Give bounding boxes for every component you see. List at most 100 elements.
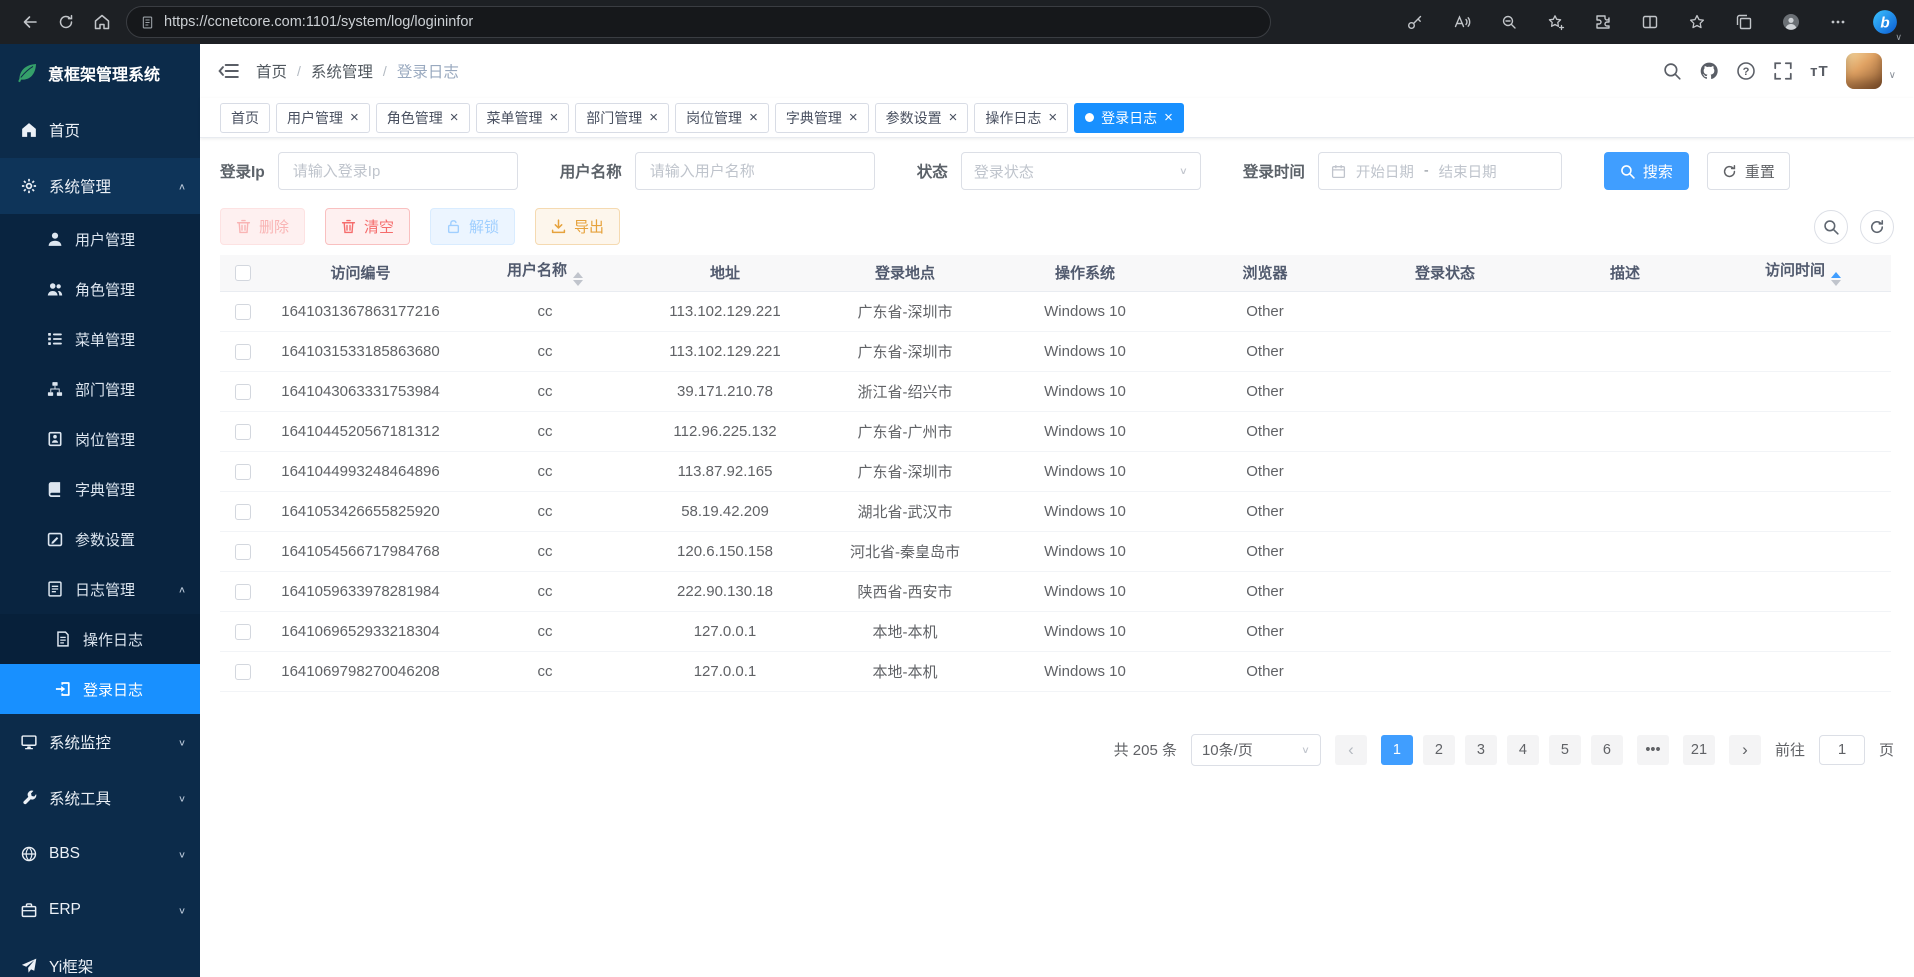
row-checkbox[interactable]	[235, 664, 251, 680]
refresh-table-button[interactable]	[1860, 210, 1894, 244]
row-checkbox[interactable]	[235, 384, 251, 400]
row-checkbox[interactable]	[235, 624, 251, 640]
avatar[interactable]	[1846, 53, 1882, 89]
tab-close-icon[interactable]: ×	[550, 110, 559, 125]
breadcrumb-item-1[interactable]: 系统管理	[311, 60, 373, 82]
read-aloud-icon[interactable]	[1449, 9, 1475, 35]
row-checkbox[interactable]	[235, 344, 251, 360]
row-checkbox[interactable]	[235, 304, 251, 320]
row-checkbox[interactable]	[235, 584, 251, 600]
sidebar-item-0[interactable]: 首页	[0, 102, 200, 158]
sidebar-item-1[interactable]: 系统管理∧	[0, 158, 200, 214]
sort-carets-icon[interactable]	[1831, 272, 1841, 286]
tab-close-icon[interactable]: ×	[350, 110, 359, 125]
tab-item-1[interactable]: 用户管理×	[276, 103, 370, 133]
sidebar-item-6[interactable]: 岗位管理	[0, 414, 200, 464]
clear-button[interactable]: 清空	[325, 208, 410, 245]
tab-item-4[interactable]: 部门管理×	[575, 103, 669, 133]
sidebar-item-8[interactable]: 参数设置	[0, 514, 200, 564]
tab-close-icon[interactable]: ×	[649, 110, 658, 125]
sidebar-item-2[interactable]: 用户管理	[0, 214, 200, 264]
sidebar-item-15[interactable]: ERP∨	[0, 882, 200, 938]
more-pages-button[interactable]: •••	[1637, 735, 1669, 765]
page-size-select[interactable]: 10条/页 ∨	[1191, 734, 1321, 766]
browser-url-bar[interactable]: https://ccnetcore.com:1101/system/log/lo…	[126, 6, 1271, 38]
tab-close-icon[interactable]: ×	[749, 110, 758, 125]
row-checkbox[interactable]	[235, 424, 251, 440]
sidebar-item-3[interactable]: 角色管理	[0, 264, 200, 314]
tab-item-0[interactable]: 首页	[220, 103, 270, 133]
row-checkbox[interactable]	[235, 464, 251, 480]
tab-close-icon[interactable]: ×	[949, 110, 958, 125]
goto-page-input[interactable]	[1819, 735, 1865, 765]
page-button-2[interactable]: 2	[1423, 735, 1455, 765]
sidebar-item-14[interactable]: BBS∨	[0, 826, 200, 882]
sidebar-item-10[interactable]: 操作日志	[0, 614, 200, 664]
tab-item-2[interactable]: 角色管理×	[376, 103, 470, 133]
sidebar-item-5[interactable]: 部门管理	[0, 364, 200, 414]
copilot-icon[interactable]: b ∨	[1872, 9, 1898, 35]
tab-close-icon[interactable]: ×	[1164, 110, 1173, 125]
tab-close-icon[interactable]: ×	[1048, 110, 1057, 125]
unlock-button[interactable]: 解锁	[430, 208, 515, 245]
date-range-picker[interactable]: 开始日期 - 结束日期	[1318, 152, 1562, 190]
row-checkbox[interactable]	[235, 544, 251, 560]
page-button-6[interactable]: 6	[1591, 735, 1623, 765]
favorites-bar-icon[interactable]	[1684, 9, 1710, 35]
login-ip-input[interactable]	[278, 152, 518, 190]
browser-back-button[interactable]	[12, 4, 48, 40]
profile-icon[interactable]	[1778, 9, 1804, 35]
breadcrumb-item-0[interactable]: 首页	[256, 60, 287, 82]
more-icon[interactable]	[1825, 9, 1851, 35]
tab-item-7[interactable]: 参数设置×	[875, 103, 969, 133]
page-button-1[interactable]: 1	[1381, 735, 1413, 765]
sidebar-item-12[interactable]: 系统监控∨	[0, 714, 200, 770]
username-input[interactable]	[635, 152, 875, 190]
sidebar-item-11[interactable]: 登录日志	[0, 664, 200, 714]
page-button-3[interactable]: 3	[1465, 735, 1497, 765]
sidebar-item-7[interactable]: 字典管理	[0, 464, 200, 514]
tab-close-icon[interactable]: ×	[849, 110, 858, 125]
help-icon[interactable]: ?	[1736, 61, 1756, 81]
row-checkbox[interactable]	[235, 504, 251, 520]
next-page-button[interactable]: ›	[1729, 735, 1761, 765]
extensions-icon[interactable]	[1590, 9, 1616, 35]
column-header-1[interactable]: 用户名称	[455, 255, 635, 291]
sidebar-item-13[interactable]: 系统工具∨	[0, 770, 200, 826]
github-icon[interactable]	[1699, 61, 1719, 81]
sort-carets-icon[interactable]	[573, 272, 583, 286]
search-button[interactable]: 搜索	[1604, 152, 1689, 190]
status-select[interactable]: 登录状态 ∨	[961, 152, 1201, 190]
browser-refresh-button[interactable]	[48, 4, 84, 40]
reset-button[interactable]: 重置	[1707, 152, 1790, 190]
sidebar-item-16[interactable]: Yi框架	[0, 938, 200, 977]
page-button-4[interactable]: 4	[1507, 735, 1539, 765]
tab-item-9[interactable]: 登录日志×	[1074, 103, 1184, 133]
export-button[interactable]: 导出	[535, 208, 620, 245]
tab-item-6[interactable]: 字典管理×	[775, 103, 869, 133]
delete-button[interactable]: 删除	[220, 208, 305, 245]
select-all-checkbox[interactable]	[235, 265, 251, 281]
tab-item-8[interactable]: 操作日志×	[974, 103, 1068, 133]
favorites-add-icon[interactable]	[1543, 9, 1569, 35]
toggle-search-button[interactable]	[1814, 210, 1848, 244]
tab-close-icon[interactable]: ×	[450, 110, 459, 125]
fullscreen-icon[interactable]	[1773, 61, 1793, 81]
split-screen-icon[interactable]	[1637, 9, 1663, 35]
page-button-5[interactable]: 5	[1549, 735, 1581, 765]
collections-icon[interactable]	[1731, 9, 1757, 35]
last-page-button[interactable]: 21	[1683, 735, 1715, 765]
password-key-icon[interactable]	[1402, 9, 1428, 35]
cell-r5-c0: 1641053426655825920	[266, 491, 455, 531]
column-header-8[interactable]: 访问时间	[1715, 255, 1891, 291]
tab-item-5[interactable]: 岗位管理×	[675, 103, 769, 133]
zoom-icon[interactable]	[1496, 9, 1522, 35]
sidebar-item-9[interactable]: 日志管理∧	[0, 564, 200, 614]
font-size-icon[interactable]: тT	[1810, 63, 1829, 80]
browser-home-button[interactable]	[84, 4, 120, 40]
search-icon[interactable]	[1662, 61, 1682, 81]
prev-page-button[interactable]: ‹	[1335, 735, 1367, 765]
sidebar-collapse-icon[interactable]	[218, 60, 240, 82]
sidebar-item-4[interactable]: 菜单管理	[0, 314, 200, 364]
tab-item-3[interactable]: 菜单管理×	[476, 103, 570, 133]
